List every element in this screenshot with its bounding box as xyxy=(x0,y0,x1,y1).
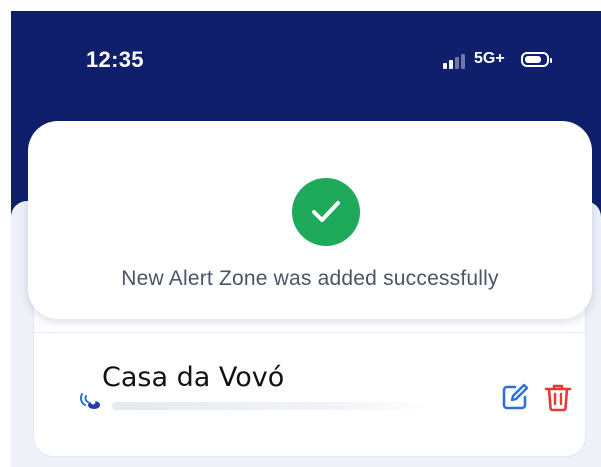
zone-name: Casa da Vovó xyxy=(102,362,285,393)
app-screen: 12:35 5G+ Casa da Vovó New Alert Zone wa… xyxy=(11,11,601,467)
location-pin-icon xyxy=(80,393,100,409)
status-time: 12:35 xyxy=(86,47,144,72)
zone-address-placeholder xyxy=(112,402,432,410)
status-bar: 12:35 5G+ xyxy=(11,11,601,91)
check-circle-icon xyxy=(292,178,360,246)
battery-icon xyxy=(521,52,552,67)
trash-icon[interactable] xyxy=(543,382,573,412)
success-toast: New Alert Zone was added successfully xyxy=(28,121,592,319)
toast-message: New Alert Zone was added successfully xyxy=(121,267,499,290)
network-type: 5G+ xyxy=(474,50,505,67)
edit-icon[interactable] xyxy=(500,382,530,412)
divider xyxy=(34,332,585,333)
signal-strength-icon xyxy=(443,53,467,69)
